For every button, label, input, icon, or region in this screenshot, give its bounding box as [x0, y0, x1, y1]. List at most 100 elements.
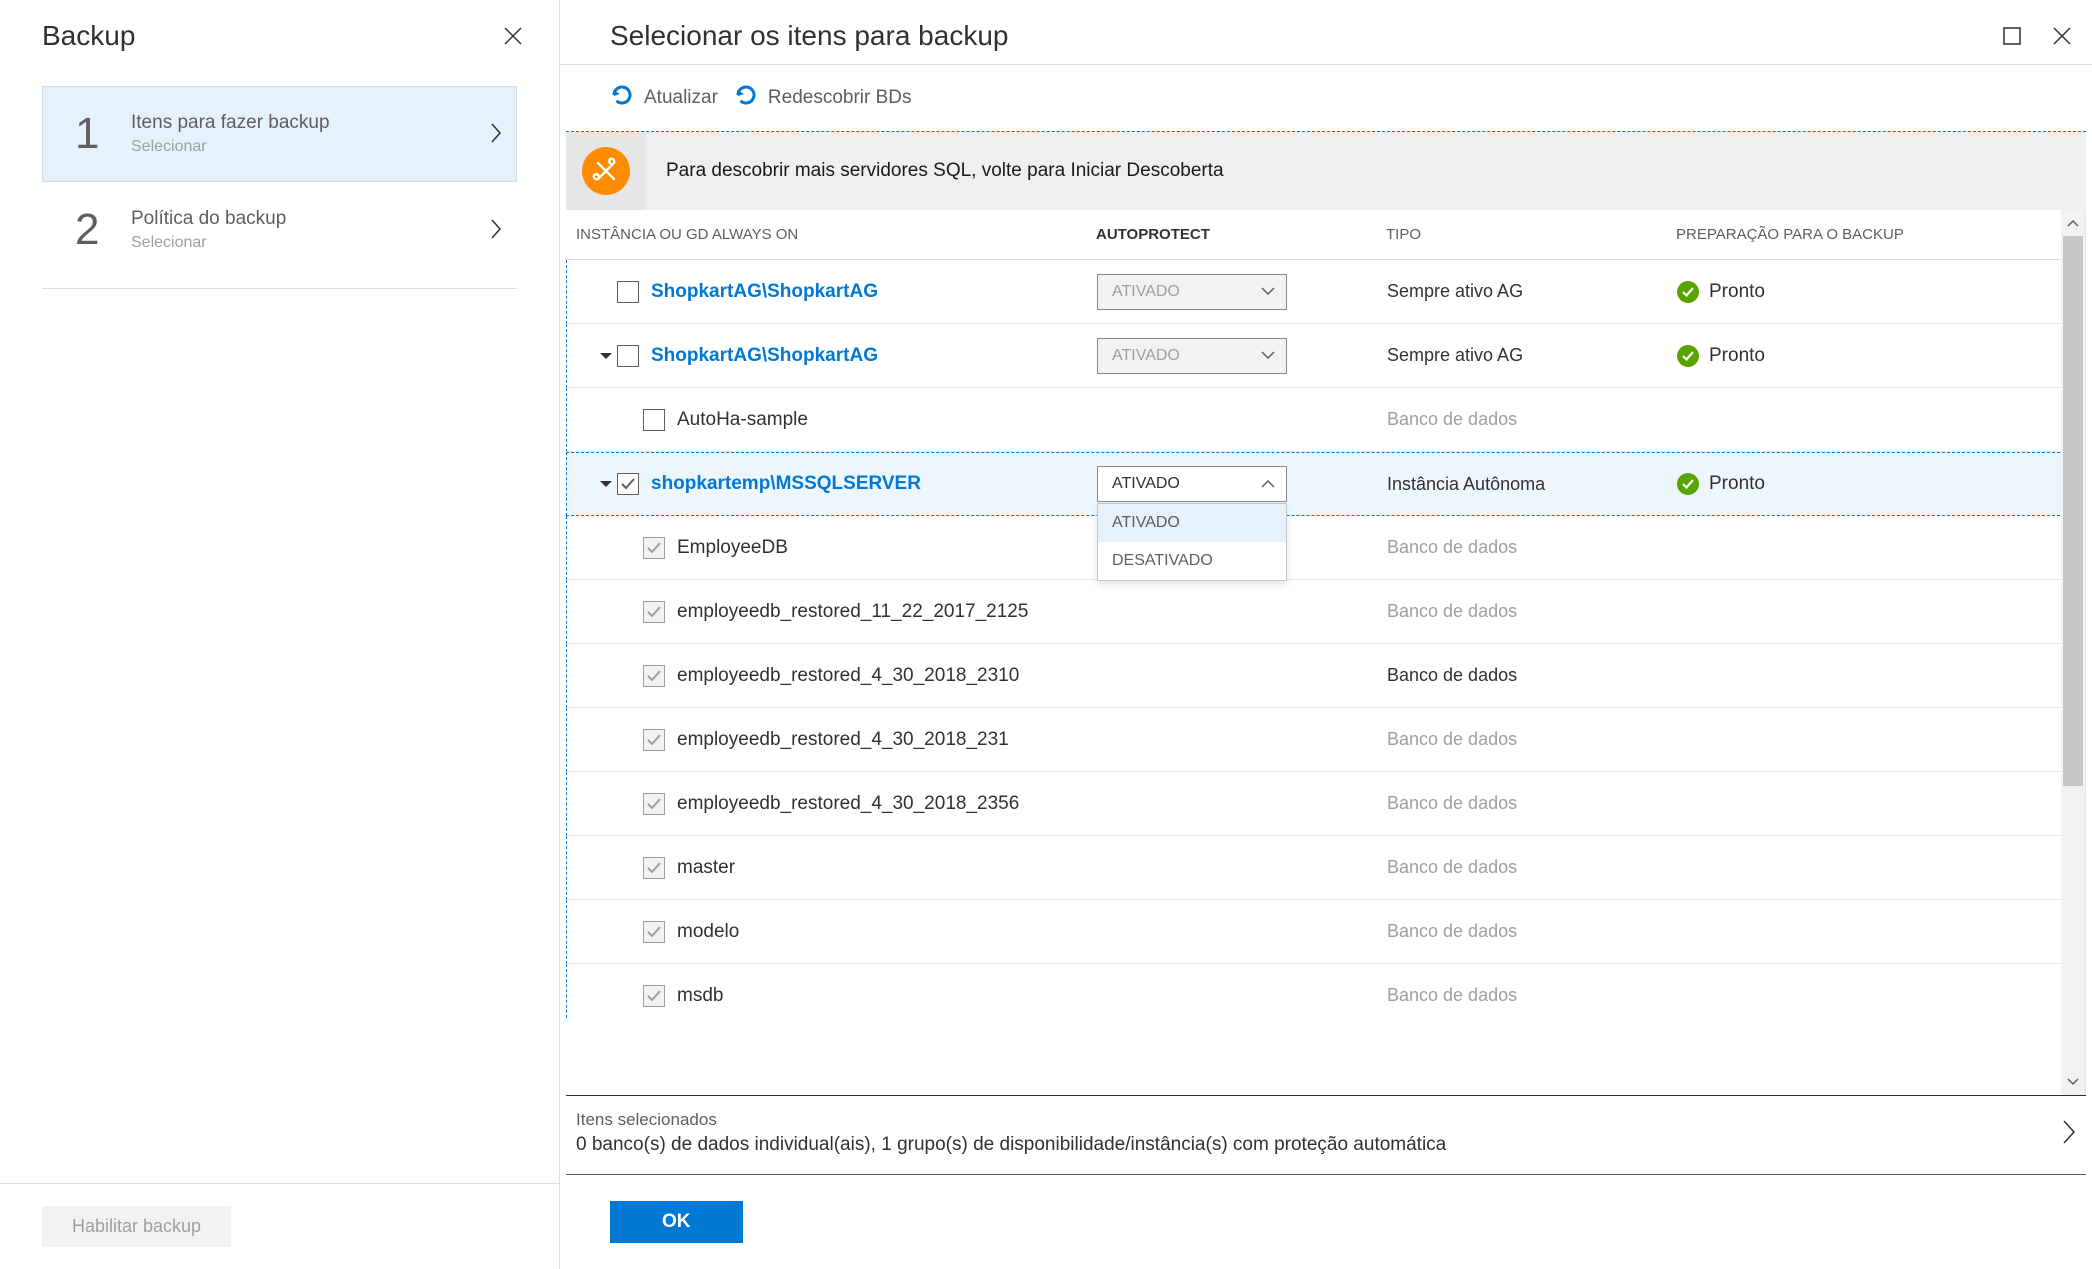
right-title: Selecionar os itens para backup — [610, 20, 1008, 52]
row-checkbox — [643, 793, 665, 815]
scroll-track[interactable] — [2061, 236, 2085, 1069]
row-name: master — [677, 857, 735, 879]
rediscover-button[interactable]: Redescobrir BDs — [734, 83, 912, 113]
table-header: INSTÂNCIA OU GD ALWAYS ON AUTOPROTECT TI… — [566, 210, 2085, 260]
column-type[interactable]: TIPO — [1386, 226, 1676, 243]
table-row[interactable]: employeedb_restored_4_30_2018_231 Banco d… — [566, 708, 2085, 772]
row-checkbox — [643, 665, 665, 687]
table-row[interactable]: EmployeeDB Banco de dados — [566, 516, 2085, 580]
column-readiness[interactable]: PREPARAÇÃO PARA O BACKUP — [1676, 226, 2085, 243]
chevron-down-icon — [1260, 284, 1276, 299]
table-row[interactable]: master Banco de dados — [566, 836, 2085, 900]
table-row[interactable]: modelo Banco de dados — [566, 900, 2085, 964]
divider — [42, 288, 517, 289]
row-name-link[interactable]: ShopkartAG\ShopkartAG — [651, 345, 878, 367]
row-checkbox[interactable] — [617, 345, 639, 367]
row-type: Banco de dados — [1387, 601, 1677, 622]
row-type: Banco de dados — [1387, 921, 1677, 942]
step-items-to-backup[interactable]: 1 Itens para fazer backup Selecionar — [42, 86, 517, 182]
row-name: employeedb_restored_11_22_2017_2125 — [677, 601, 1028, 623]
step-sublabel: Selecionar — [131, 138, 490, 156]
right-panel: Selecionar os itens para backup Atualiza… — [560, 0, 2092, 1269]
autoprotect-dropdown: ATIVADO — [1097, 338, 1287, 374]
step-number: 1 — [75, 109, 131, 159]
table-row[interactable]: employeedb_restored_11_22_2017_2125 Banco… — [566, 580, 2085, 644]
vertical-scrollbar[interactable] — [2061, 210, 2085, 1095]
refresh-label: Atualizar — [644, 87, 718, 109]
refresh-icon — [734, 83, 758, 113]
scroll-thumb[interactable] — [2063, 236, 2083, 786]
ok-button[interactable]: OK — [610, 1201, 743, 1243]
row-type: Banco de dados — [1387, 729, 1677, 750]
row-type: Sempre ativo AG — [1387, 281, 1677, 302]
row-type: Banco de dados — [1387, 665, 1677, 686]
row-name-link[interactable]: ShopkartAG\ShopkartAG — [651, 281, 878, 303]
row-name: msdb — [677, 985, 723, 1007]
row-name-link[interactable]: shopkartemp\MSSQLSERVER — [651, 473, 921, 495]
step-label: Itens para fazer backup — [131, 112, 490, 134]
left-footer: Habilitar backup — [0, 1183, 559, 1269]
table-row[interactable]: employeedb_restored_4_30_2018_2310Banco … — [566, 644, 2085, 708]
table-row[interactable]: ShopkartAG\ShopkartAG ATIVADO Sempre ativo… — [566, 260, 2085, 324]
selected-items-bar[interactable]: Itens selecionados 0 banco(s) de dados i… — [566, 1095, 2086, 1175]
row-type: Banco de dados — [1387, 537, 1677, 558]
maximize-icon — [2003, 27, 2021, 45]
refresh-button[interactable]: Atualizar — [610, 83, 718, 113]
row-checkbox[interactable] — [643, 409, 665, 431]
dropdown-option[interactable]: DESATIVADO — [1098, 542, 1286, 580]
row-name: modelo — [677, 921, 739, 943]
scroll-down-button[interactable] — [2061, 1069, 2085, 1095]
row-name: AutoHa-sample — [677, 409, 808, 431]
readiness-label: Pronto — [1709, 473, 1765, 495]
row-checkbox[interactable] — [617, 473, 639, 495]
maximize-button[interactable] — [2000, 24, 2024, 48]
close-icon — [504, 27, 522, 45]
row-checkbox — [643, 921, 665, 943]
dropdown-option[interactable]: ATIVADO — [1098, 504, 1286, 542]
close-left-button[interactable] — [497, 20, 529, 52]
chevron-right-icon — [490, 122, 502, 147]
row-checkbox — [643, 537, 665, 559]
column-autoprotect[interactable]: AUTOPROTECT — [1096, 226, 1386, 243]
scroll-up-button[interactable] — [2061, 210, 2085, 236]
table-row[interactable]: ShopkartAG\ShopkartAGATIVADOSempre ativo… — [566, 324, 2085, 388]
rediscover-label: Redescobrir BDs — [768, 87, 912, 109]
enable-backup-button[interactable]: Habilitar backup — [42, 1206, 231, 1247]
step-label: Política do backup — [131, 208, 490, 230]
table-row[interactable]: msdb Banco de dados — [566, 964, 2085, 1020]
wizard-steps: 1 Itens para fazer backup Selecionar 2 P… — [0, 64, 559, 289]
autoprotect-dropdown: ATIVADO — [1097, 274, 1287, 310]
row-checkbox[interactable] — [617, 281, 639, 303]
row-checkbox — [643, 985, 665, 1007]
left-title: Backup — [42, 20, 135, 52]
column-instance[interactable]: INSTÂNCIA OU GD ALWAYS ON — [576, 226, 1096, 243]
chevron-up-icon — [1260, 477, 1276, 492]
tools-icon — [582, 147, 630, 195]
table-row[interactable]: employeedb_restored_4_30_2018_2356Banco … — [566, 772, 2085, 836]
expand-toggle[interactable] — [595, 351, 617, 361]
row-checkbox — [643, 601, 665, 623]
info-banner: Para descobrir mais servidores SQL, volt… — [566, 131, 2086, 210]
table-row[interactable]: shopkartemp\MSSQLSERVER ATIVADOATIVADODES… — [566, 452, 2085, 516]
selected-items-value: 0 banco(s) de dados individual(ais), 1 g… — [576, 1134, 1446, 1156]
table-row[interactable]: AutoHa-sampleBanco de dados — [566, 388, 2085, 452]
step-backup-policy[interactable]: 2 Política do backup Selecionar — [42, 182, 517, 278]
expand-toggle[interactable] — [595, 479, 617, 489]
close-right-button[interactable] — [2050, 24, 2074, 48]
dropdown-value: ATIVADO — [1112, 347, 1180, 365]
row-checkbox — [643, 857, 665, 879]
table: INSTÂNCIA OU GD ALWAYS ON AUTOPROTECT TI… — [566, 210, 2086, 1095]
chevron-right-icon — [2062, 1119, 2076, 1148]
check-circle-icon — [1677, 281, 1699, 303]
step-sublabel: Selecionar — [131, 234, 490, 252]
info-text: Para descobrir mais servidores SQL, volt… — [646, 132, 1244, 210]
selected-items-label: Itens selecionados — [576, 1110, 1446, 1130]
autoprotect-dropdown[interactable]: ATIVADOATIVADODESATIVADO — [1097, 466, 1287, 502]
row-type: Banco de dados — [1387, 857, 1677, 878]
row-name: EmployeeDB — [677, 537, 788, 559]
toolbar: Atualizar Redescobrir BDs — [560, 65, 2092, 131]
row-type: Banco de dados — [1387, 985, 1677, 1006]
readiness-label: Pronto — [1709, 281, 1765, 303]
row-name: employeedb_restored_4_30_2018_231 — [677, 729, 1009, 751]
row-type: Instância Autônoma — [1387, 474, 1677, 495]
